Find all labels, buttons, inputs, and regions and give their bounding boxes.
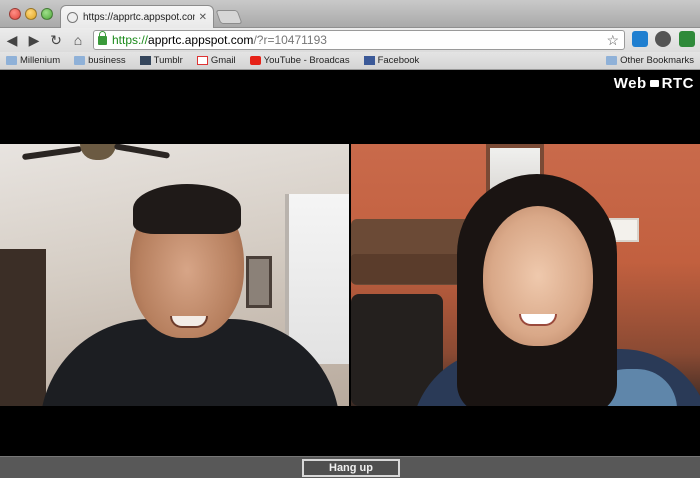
bookmark-label: Facebook <box>377 55 420 66</box>
bookmark-business[interactable]: business <box>74 55 126 66</box>
back-arrow-icon[interactable]: ◀ <box>2 30 22 50</box>
bookshelf <box>0 249 46 406</box>
tumblr-icon <box>139 56 151 65</box>
sofa-seat <box>351 254 469 284</box>
bookmark-star-icon[interactable]: ☆ <box>606 32 619 49</box>
folder-icon <box>74 56 86 65</box>
picture-frame <box>246 256 272 308</box>
maximize-window-button[interactable] <box>41 8 53 20</box>
logo-text-rtc: RTC <box>661 75 694 92</box>
url-path: /?r=10471193 <box>253 33 327 47</box>
gmail-icon <box>196 56 208 65</box>
bookmark-facebook[interactable]: Facebook <box>363 55 420 66</box>
bookmark-label: business <box>88 55 126 66</box>
bookmark-label: Gmail <box>210 55 236 66</box>
webrtc-page: Web RTC <box>0 71 700 456</box>
bookmark-gmail[interactable]: Gmail <box>196 55 236 66</box>
extension-icon[interactable] <box>679 31 695 47</box>
folder-icon <box>606 56 618 65</box>
bookmark-millenium[interactable]: Millenium <box>6 55 60 66</box>
new-tab-button[interactable] <box>215 10 243 24</box>
window-in-video <box>285 194 349 364</box>
facebook-icon <box>363 56 375 65</box>
tab-strip: https://apprtc.appspot.com ✕ <box>0 0 700 28</box>
fan-blade <box>21 145 83 161</box>
minimize-window-button[interactable] <box>25 8 37 20</box>
bookmark-tumblr[interactable]: Tumblr <box>139 55 183 66</box>
bookmarks-bar: Millenium business Tumblr Gmail YouTube … <box>0 52 700 70</box>
browser-window: https://apprtc.appspot.com ✕ ◀ ▶ ↻ ⌂ htt… <box>0 0 700 478</box>
url-host: apprtc.appspot.com <box>148 33 254 47</box>
address-bar[interactable]: https:// apprtc.appspot.com /?r=10471193… <box>93 30 625 50</box>
person-smile <box>519 314 557 326</box>
bookmark-youtube[interactable]: YouTube - Broadcas <box>249 55 350 66</box>
webrtc-logo: Web RTC <box>614 75 694 92</box>
active-tab[interactable]: https://apprtc.appspot.com ✕ <box>60 5 214 28</box>
tab-close-icon[interactable]: ✕ <box>199 12 207 23</box>
other-bookmarks-label: Other Bookmarks <box>620 55 694 66</box>
bookmark-label: Millenium <box>20 55 61 66</box>
extension-icon[interactable] <box>632 31 648 47</box>
call-controls-bar: Hang up <box>0 456 700 478</box>
fan-hub <box>80 144 116 160</box>
logo-text-web: Web <box>613 75 647 92</box>
tab-title: https://apprtc.appspot.com <box>83 11 195 23</box>
ceiling-fan <box>21 144 172 166</box>
other-bookmarks[interactable]: Other Bookmarks <box>606 55 694 66</box>
local-video <box>0 144 349 406</box>
bookmark-label: YouTube - Broadcas <box>263 55 350 66</box>
url-scheme: https:// <box>112 33 149 47</box>
remote-video <box>351 144 700 406</box>
extension-icon[interactable] <box>655 31 671 47</box>
browser-toolbar: ◀ ▶ ↻ ⌂ https:// apprtc.appspot.com /?r=… <box>0 28 700 52</box>
globe-icon <box>67 11 78 23</box>
chat-bubble-icon <box>649 80 659 87</box>
reload-icon[interactable]: ↻ <box>46 30 66 50</box>
youtube-icon <box>249 56 261 65</box>
forward-arrow-icon[interactable]: ▶ <box>24 30 44 50</box>
folder-icon <box>6 56 17 65</box>
person-smile <box>170 316 208 328</box>
person-hair <box>133 184 241 234</box>
close-window-button[interactable] <box>9 8 21 20</box>
fan-blade <box>113 144 171 159</box>
lock-icon <box>98 30 107 45</box>
bookmark-label: Tumblr <box>153 55 183 66</box>
home-icon[interactable]: ⌂ <box>68 30 88 50</box>
hang-up-button[interactable]: Hang up <box>302 459 400 477</box>
